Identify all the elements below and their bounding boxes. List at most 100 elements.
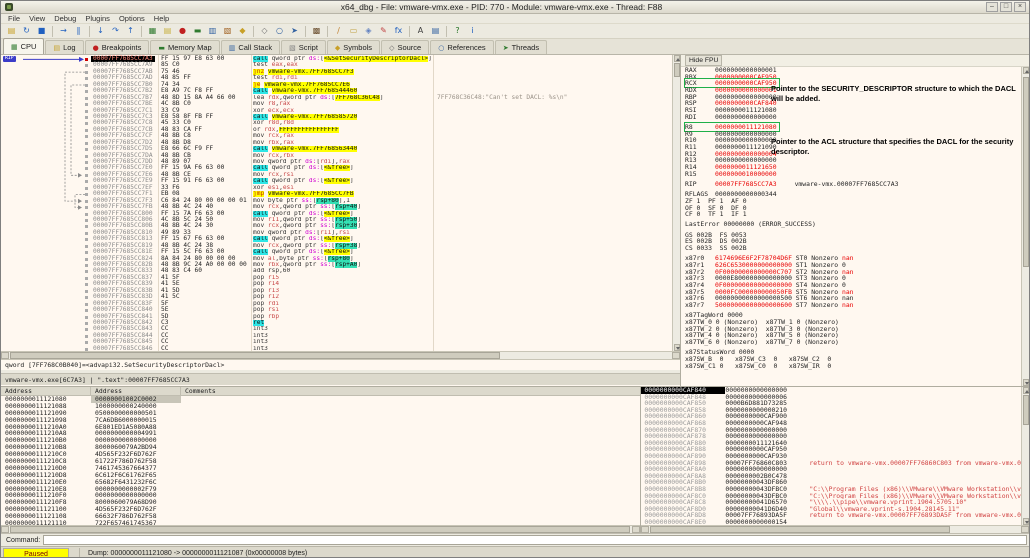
references-icon[interactable]: ➤ [288,25,301,37]
close-button[interactable]: × [1014,2,1026,12]
dump-header-comments[interactable]: Comments [181,387,640,395]
step-over-icon[interactable]: ↷ [109,25,122,37]
breakpoints-icon[interactable]: ● [176,25,189,37]
register-info-line[interactable]: x87SW_C1 0 x87SW_C0 0 x87SW_IR 0 [681,363,1021,370]
jump-arrows [1,56,89,351]
disassembly-hscrollbar[interactable] [1,351,680,359]
registers-toolbar: Hide FPU [681,55,1029,67]
title-bar[interactable]: x64_dbg - File: vmware-vmx.exe - PID: 77… [1,1,1029,14]
restart-icon[interactable]: ↻ [20,25,33,37]
stack-comment [809,479,1021,486]
dump-panel[interactable]: Address Address Comments 000000001112108… [1,387,641,533]
pencil-icon[interactable]: ∕ [332,25,345,37]
preferences-icon[interactable]: ▤ [429,25,442,37]
tab-breakpoints[interactable]: ●Breakpoints [85,40,150,54]
stack-comment [809,413,1021,420]
dump-hscrollbar[interactable] [1,525,640,533]
register-info-line[interactable]: x87TW_6 0 (Nonzero) x87TW_7 0 (Nonzero) [681,339,1021,346]
menu-item-plugins[interactable]: Plugins [81,14,114,23]
log-window-icon[interactable]: ▤ [161,25,174,37]
command-bar: Command: [1,533,1029,546]
tab-label: CPU [21,42,37,51]
about-icon[interactable]: i [466,25,479,37]
dump-header-address[interactable]: Address [1,387,91,395]
open-file-icon[interactable]: ▤ [5,25,18,37]
tab-symbols[interactable]: ◆Symbols [327,40,380,54]
menu-item-debug[interactable]: Debug [50,14,80,23]
menu-bar: FileViewDebugPluginsOptionsHelp [1,14,1029,24]
disassembly-pane[interactable]: RIP 00007FF7685CC7A3FF 15 97 E8 63 00cal… [1,55,680,351]
step-into-icon[interactable]: ↓ [94,25,107,37]
references-tab-icon: ○ [438,44,444,52]
stack-comment [809,466,1021,473]
close-debuggee-icon[interactable]: ■ [35,25,48,37]
dump-header-value[interactable]: Address [91,387,181,395]
call-stack-icon[interactable]: ▥ [206,25,219,37]
register-row-rdi[interactable]: RDI0000000000000000 [681,114,1021,121]
disassembly-vscrollbar[interactable] [672,55,680,351]
tab-call-stack[interactable]: ▥Call Stack [221,40,280,54]
tab-label: Source [397,43,421,52]
tab-label: Script [299,43,318,52]
source-tab-icon: ◇ [389,44,394,52]
register-row-x87r7[interactable]: x87r750000000000000000600 ST7 Nonzero na… [681,302,1021,309]
tab-threads[interactable]: ➤Threads [495,40,547,54]
tab-references[interactable]: ○References [430,40,493,54]
execute-till-return-icon[interactable]: ↑ [124,25,137,37]
menu-item-file[interactable]: File [4,14,24,23]
tab-cpu[interactable]: ▦CPU [3,38,44,54]
patches-icon[interactable]: ▩ [310,25,323,37]
menu-item-help[interactable]: Help [150,14,173,23]
function-icon[interactable]: fx [392,25,405,37]
help-icon[interactable]: ? [451,25,464,37]
registers-pane[interactable]: RAX0000000000000001RBX0000000000CAF950RC… [681,67,1021,386]
toolbar-separator [253,26,254,37]
font-icon[interactable]: A [414,25,427,37]
menu-item-options[interactable]: Options [115,14,149,23]
app-window: x64_dbg - File: vmware-vmx.exe - PID: 77… [0,0,1030,558]
stack-comment [809,394,1021,401]
cpu-window-icon[interactable]: ▦ [146,25,159,37]
menu-item-view[interactable]: View [25,14,49,23]
tab-script[interactable]: ▧Script [281,40,326,54]
hide-fpu-button[interactable]: Hide FPU [685,55,722,66]
stack-vscrollbar[interactable] [1021,387,1029,525]
tab-source[interactable]: ◇Source [381,40,429,54]
tab-label: Symbols [343,43,372,52]
stack-comment: "\\\\.\\pipe\\vmware.vprint.1904.5705.10… [809,499,1021,506]
toolbar-separator [89,26,90,37]
register-info-line[interactable]: CF 0 TF 1 IF 1 [681,211,1021,218]
comment-icon[interactable]: ▭ [347,25,360,37]
symbols-icon[interactable]: ◆ [236,25,249,37]
stack-panel[interactable]: 0000000000CAF840000000000000000000000000… [641,387,1029,533]
register-row-r15[interactable]: R150000000010000000 [681,171,1021,178]
rip-marker: RIP [3,56,16,62]
registers-vscrollbar[interactable] [1021,67,1029,386]
run-icon[interactable]: → [57,25,70,37]
tab-label: Threads [512,43,540,52]
label-icon[interactable]: ◈ [362,25,375,37]
memory-map-tab-icon: ▬ [158,44,165,52]
module-status-line: vmware-vmx.exe[6C7A3] | ".text":00007FF7… [1,373,680,385]
stack-comment [809,420,1021,427]
tab-memory-map[interactable]: ▬Memory Map [150,40,219,54]
minimize-button[interactable]: – [986,2,998,12]
command-input[interactable] [43,535,1027,545]
threads-tab-icon: ➤ [503,44,509,52]
register-info-line[interactable]: CS 0033 SS 002B [681,245,1021,252]
register-info-line[interactable]: LastError 00000000 (ERROR_SUCCESS) [681,221,1021,228]
restore-button[interactable]: □ [1000,2,1012,12]
search-icon[interactable]: ○ [273,25,286,37]
pause-icon[interactable]: ∥ [72,25,85,37]
memory-map-icon[interactable]: ▬ [191,25,204,37]
register-row-rip[interactable]: RIP00007FF7685CC7A3vmware-vmx.00007FF768… [681,181,1021,188]
source-icon[interactable]: ◇ [258,25,271,37]
stack-hscrollbar[interactable] [641,525,1029,533]
disassembly-rows: RIP 00007FF7685CC7A3FF 15 97 E8 63 00cal… [1,55,672,351]
toolbar-separator [446,26,447,37]
stack-rows: 0000000000CAF840000000000000000000000000… [641,387,1021,525]
highlight-icon[interactable]: ✎ [377,25,390,37]
script-icon[interactable]: ▧ [221,25,234,37]
annotation-acl: Pointer to the ACL structure that specif… [771,137,1021,156]
tab-log[interactable]: ▤Log [45,40,83,54]
